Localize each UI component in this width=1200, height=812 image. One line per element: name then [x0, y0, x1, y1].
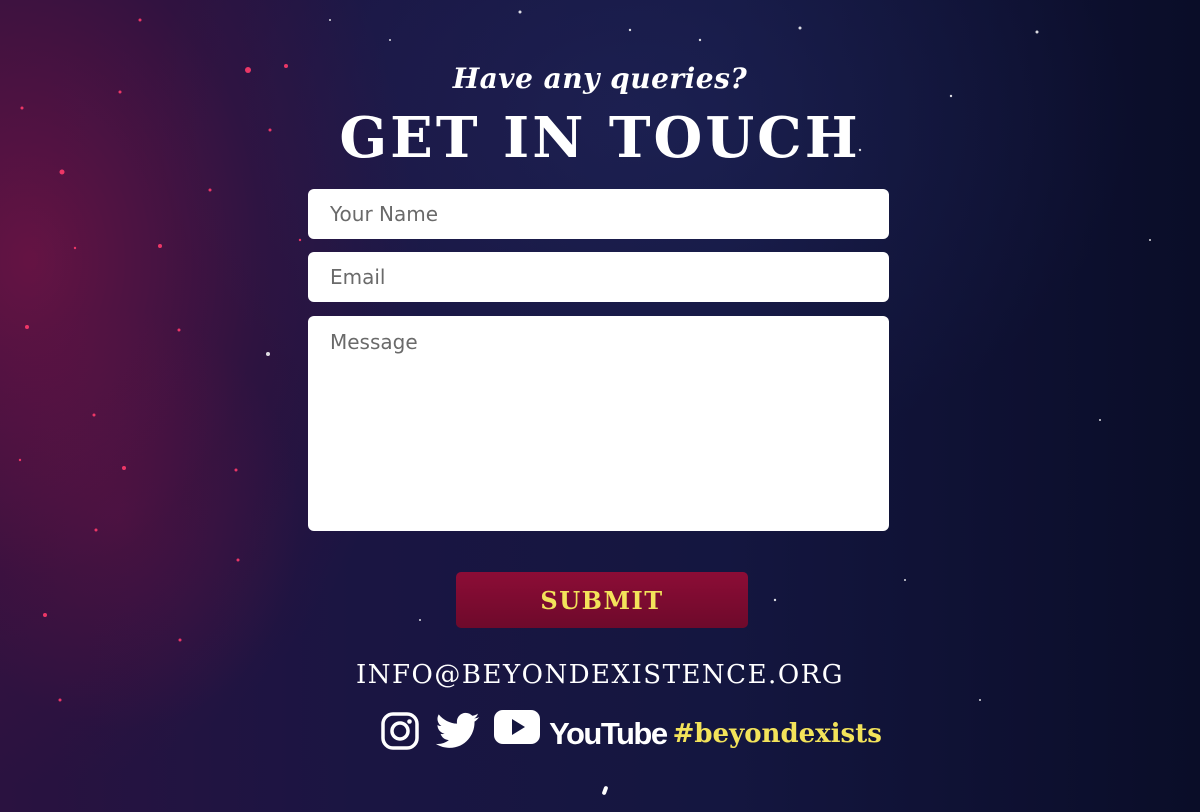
email-input[interactable]: [308, 252, 889, 302]
page-title: GET IN TOUCH: [339, 105, 861, 171]
twitter-link[interactable]: [435, 711, 480, 751]
twitter-icon: [435, 712, 480, 748]
hashtag-label: #beyondexists: [672, 719, 882, 749]
instagram-icon: [381, 712, 419, 750]
social-links: YouTube #beyondexists: [380, 706, 882, 756]
youtube-wordmark: YouTube: [549, 716, 668, 751]
section-eyebrow: Have any queries?: [452, 62, 748, 95]
message-textarea[interactable]: [308, 316, 889, 531]
youtube-link[interactable]: YouTube: [494, 710, 668, 752]
submit-button[interactable]: SUBMIT: [456, 572, 748, 628]
youtube-icon: [494, 710, 540, 744]
submit-button-label: SUBMIT: [540, 585, 664, 615]
instagram-link[interactable]: [380, 711, 420, 751]
contact-email-link[interactable]: INFO@BEYONDEXISTENCE.ORG: [0, 660, 1200, 690]
name-input[interactable]: [308, 189, 889, 239]
